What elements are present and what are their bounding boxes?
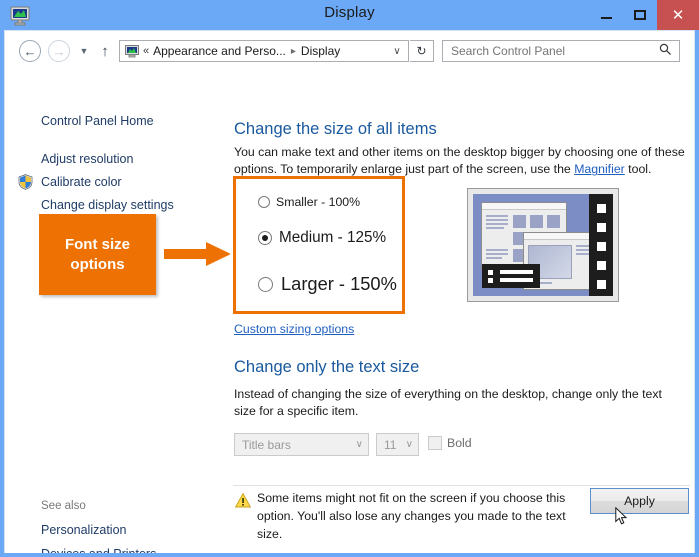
close-icon: ✕ <box>672 8 685 23</box>
text-item-select[interactable]: Title bars ∨ <box>234 433 369 456</box>
forward-arrow-icon: → <box>53 44 66 59</box>
radio-medium-label: Medium - 125% <box>279 229 386 247</box>
description-change-text-size: Instead of changing the size of everythi… <box>234 386 674 421</box>
refresh-icon: ↻ <box>416 44 426 58</box>
desktop-preview-thumbnail <box>467 188 619 302</box>
maximize-icon <box>634 10 646 20</box>
address-bar[interactable]: « Appearance and Perso... ▸ Display ∨ <box>119 40 409 62</box>
sidebar-item-control-panel-home[interactable]: Control Panel Home <box>41 114 154 128</box>
display-settings-window: Display ✕ ← → ▼ ↑ <box>0 0 699 557</box>
apply-button[interactable]: Apply <box>590 488 689 514</box>
sidebar-item-change-display-settings[interactable]: Change display settings <box>41 198 174 212</box>
up-button[interactable]: ↑ <box>95 40 115 62</box>
address-monitor-icon <box>125 45 139 58</box>
search-input[interactable] <box>449 43 649 59</box>
radio-smaller-icon[interactable] <box>258 196 270 208</box>
address-dropdown-icon[interactable]: ∨ <box>387 41 407 61</box>
forward-button[interactable]: → <box>48 40 70 62</box>
minimize-icon <box>601 17 612 19</box>
chevron-down-icon: ▼ <box>80 46 89 56</box>
warning-triangle-icon <box>235 493 251 508</box>
text-size-select-chevron-down-icon: ∨ <box>406 439 413 450</box>
see-also-label: See also <box>41 500 86 512</box>
back-arrow-icon: ← <box>24 44 37 59</box>
breadcrumb-separator-icon: ▸ <box>291 46 296 57</box>
text-size-select[interactable]: 11 ∨ <box>376 433 419 456</box>
search-box[interactable] <box>442 40 680 62</box>
callout-line-2: options <box>70 255 124 275</box>
radio-smaller-label: Smaller - 100% <box>276 195 360 209</box>
preview-charms-strip <box>589 194 613 296</box>
sidebar-item-adjust-resolution[interactable]: Adjust resolution <box>41 152 133 166</box>
description-part-2: tool. <box>625 162 652 176</box>
magnifier-link[interactable]: Magnifier <box>574 162 625 176</box>
back-button[interactable]: ← <box>19 40 41 62</box>
sidebar-item-calibrate-color[interactable]: Calibrate color <box>41 175 122 189</box>
description-change-size: You can make text and other items on the… <box>234 144 686 179</box>
sidebar: Control Panel Home Adjust resolution Cal… <box>5 70 230 553</box>
radio-option-medium[interactable]: Medium - 125% <box>258 229 386 247</box>
sidebar-item-personalization[interactable]: Personalization <box>41 523 126 537</box>
right-arrow-icon <box>164 241 232 267</box>
bold-checkbox[interactable] <box>428 436 442 450</box>
close-button[interactable]: ✕ <box>657 0 699 30</box>
custom-sizing-options-link[interactable]: Custom sizing options <box>234 322 354 336</box>
mouse-pointer-icon <box>615 507 629 527</box>
preview-canvas <box>473 194 613 296</box>
radio-option-smaller[interactable]: Smaller - 100% <box>258 195 360 209</box>
scaling-options-group: Smaller - 100% Medium - 125% Larger - 15… <box>233 176 405 314</box>
minimize-button[interactable] <box>589 0 623 30</box>
text-item-select-chevron-down-icon: ∨ <box>356 439 363 450</box>
title-bar: Display ✕ <box>0 0 699 30</box>
window-client-area: ← → ▼ ↑ « A <box>4 30 695 553</box>
radio-medium-icon[interactable] <box>258 231 272 245</box>
radio-larger-icon[interactable] <box>258 277 273 292</box>
preview-taskbar <box>482 264 540 288</box>
heading-change-only-text-size: Change only the text size <box>234 358 419 377</box>
footer-divider <box>233 485 690 486</box>
heading-change-size-of-all-items: Change the size of all items <box>234 120 437 139</box>
window-bottom-border <box>0 553 699 557</box>
search-icon[interactable] <box>659 43 672 59</box>
navigation-bar: ← → ▼ ↑ « A <box>5 31 694 70</box>
up-arrow-icon: ↑ <box>101 43 109 60</box>
uac-shield-icon <box>18 174 33 190</box>
refresh-button[interactable]: ↻ <box>410 40 434 62</box>
breadcrumb-appearance[interactable]: Appearance and Perso... <box>153 44 286 58</box>
radio-option-larger[interactable]: Larger - 150% <box>258 273 397 295</box>
radio-larger-label: Larger - 150% <box>281 273 397 295</box>
callout-line-1: Font size <box>65 235 130 255</box>
breadcrumb-overflow-icon[interactable]: « <box>143 45 149 57</box>
recent-locations-button[interactable]: ▼ <box>75 40 93 62</box>
breadcrumb-display[interactable]: Display <box>301 44 340 58</box>
text-item-select-value: Title bars <box>242 438 291 452</box>
apply-button-label: Apply <box>624 494 655 508</box>
preview-window-back-titlebar <box>482 203 566 210</box>
main-content: Change the size of all items You can mak… <box>230 70 694 553</box>
warning-message: Some items might not fit on the screen i… <box>257 490 577 543</box>
callout-font-size-options: Font size options <box>39 214 156 295</box>
radio-medium-selected-dot <box>262 235 268 241</box>
bold-checkbox-label: Bold <box>447 436 472 450</box>
text-size-select-value: 11 <box>384 438 396 452</box>
maximize-button[interactable] <box>623 0 657 30</box>
